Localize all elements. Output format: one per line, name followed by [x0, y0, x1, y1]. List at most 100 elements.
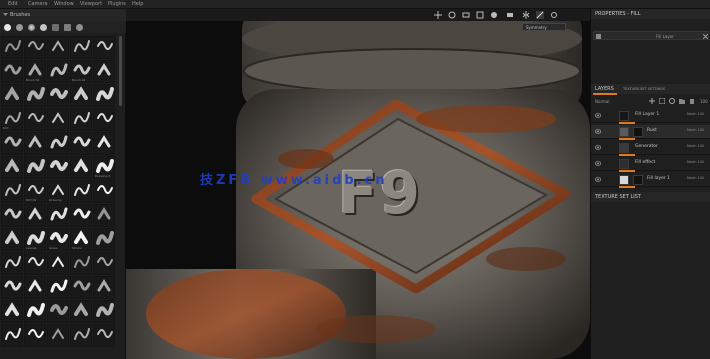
move-icon[interactable]: [434, 11, 442, 19]
eye-icon[interactable]: [595, 129, 601, 134]
brush-preset[interactable]: Brush 04: [70, 60, 92, 83]
brush-preset[interactable]: [93, 132, 115, 155]
opacity-value[interactable]: 100: [700, 99, 708, 104]
eye-icon[interactable]: [595, 177, 601, 182]
brush-preset[interactable]: [47, 300, 69, 323]
brush-preset[interactable]: [24, 108, 46, 131]
brush-preset[interactable]: [70, 108, 92, 131]
brush-preset[interactable]: [47, 108, 69, 131]
add-folder-icon[interactable]: [679, 98, 685, 104]
link-icon[interactable]: [550, 11, 558, 19]
brush-preset[interactable]: Leaves: [24, 228, 46, 251]
brush-preset[interactable]: [1, 300, 23, 323]
properties-field-row[interactable]: Fill Layer: [593, 31, 709, 40]
blend-mode-select[interactable]: Normal: [595, 99, 609, 104]
viewport-3d[interactable]: F9 技ZFB www.aidb.cn Symmetry: [126, 9, 590, 359]
brush-preset[interactable]: [93, 108, 115, 131]
brush-preset[interactable]: [1, 84, 23, 107]
brush-preset[interactable]: [1, 36, 23, 59]
display-icon[interactable]: [506, 11, 514, 19]
brush-preset[interactable]: [1, 276, 23, 299]
brush-preset[interactable]: [1, 60, 23, 83]
close-icon[interactable]: [703, 34, 708, 39]
tab-layers[interactable]: LAYERS: [595, 86, 614, 92]
layer-row[interactable]: Generator Norm 100: [591, 141, 710, 155]
brush-preset[interactable]: [1, 252, 23, 275]
filter-procedural-icon[interactable]: [76, 24, 83, 31]
brush-preset[interactable]: [1, 204, 23, 227]
eye-icon[interactable]: [595, 113, 601, 118]
brush-preset[interactable]: [24, 204, 46, 227]
brush-preset[interactable]: [24, 36, 46, 59]
brush-preset[interactable]: [24, 252, 46, 275]
brush-preset[interactable]: [47, 36, 69, 59]
brush-preset[interactable]: [70, 300, 92, 323]
brush-preset[interactable]: [70, 84, 92, 107]
add-fill-icon[interactable]: [659, 98, 665, 104]
layer-row[interactable]: Fill effect Norm 100: [591, 157, 710, 171]
brush-preset[interactable]: [93, 84, 115, 107]
brush-preset[interactable]: [93, 36, 115, 59]
brush-preset[interactable]: [70, 252, 92, 275]
brush-preset[interactable]: Drawing 2: [93, 156, 115, 179]
brush-preset[interactable]: [93, 228, 115, 251]
brush-preset[interactable]: [47, 276, 69, 299]
shelf-scrollbar[interactable]: [119, 36, 122, 106]
brush-preset[interactable]: [1, 180, 23, 203]
brush-preset[interactable]: [93, 300, 115, 323]
brush-preset[interactable]: [70, 204, 92, 227]
brush-preset[interactable]: [93, 252, 115, 275]
brush-preset[interactable]: [1, 324, 23, 347]
brush-preset[interactable]: [1, 156, 23, 179]
menu-plugins[interactable]: Plugins: [108, 1, 126, 7]
brush-preset[interactable]: [24, 132, 46, 155]
filter-smart-icon[interactable]: [40, 24, 47, 31]
menu-viewport[interactable]: Viewport: [80, 1, 102, 7]
brush-preset[interactable]: [47, 324, 69, 347]
symmetry-icon[interactable]: [522, 11, 530, 19]
filter-texture-icon[interactable]: [52, 24, 59, 31]
pen-icon[interactable]: [536, 11, 544, 19]
brush-preset[interactable]: [93, 60, 115, 83]
filter-alpha-icon[interactable]: [16, 24, 23, 31]
layer-mask-thumbnail[interactable]: [633, 175, 643, 185]
eye-icon[interactable]: [595, 161, 601, 166]
add-layer-icon[interactable]: [649, 98, 655, 104]
delete-layer-icon[interactable]: [689, 98, 695, 104]
add-mask-icon[interactable]: [669, 98, 675, 104]
brush-preset[interactable]: [47, 84, 69, 107]
brush-preset[interactable]: [47, 60, 69, 83]
brush-preset[interactable]: [93, 324, 115, 347]
brush-preset[interactable]: Grass: [47, 228, 69, 251]
brush-preset[interactable]: [70, 324, 92, 347]
filter-brush-icon[interactable]: [4, 24, 11, 31]
brush-preset[interactable]: [24, 84, 46, 107]
brush-preset[interactable]: [70, 276, 92, 299]
brush-preset[interactable]: Drawing: [47, 180, 69, 203]
brush-preset[interactable]: Brush 02: [24, 60, 46, 83]
brush-preset[interactable]: [70, 156, 92, 179]
brush-preset[interactable]: [70, 132, 92, 155]
brush-preset[interactable]: [47, 132, 69, 155]
rotate-icon[interactable]: [448, 11, 456, 19]
brush-preset[interactable]: [70, 180, 92, 203]
brush-preset[interactable]: [47, 156, 69, 179]
menu-camera[interactable]: Camera: [28, 1, 48, 7]
brush-preset[interactable]: [93, 276, 115, 299]
layer-row[interactable]: Fill Layer 1 Norm 100: [591, 109, 710, 123]
render-icon[interactable]: [490, 11, 498, 19]
brush-preset[interactable]: Stroke: [70, 228, 92, 251]
layer-row[interactable]: Rust Norm 100: [591, 125, 710, 139]
brush-preset[interactable]: [24, 276, 46, 299]
menu-edit[interactable]: Edit: [8, 1, 18, 7]
menu-help[interactable]: Help: [132, 1, 143, 7]
brush-preset[interactable]: [93, 180, 115, 203]
brush-preset[interactable]: [24, 156, 46, 179]
camera-icon[interactable]: [462, 11, 470, 19]
brush-preset[interactable]: Dirt 09: [24, 180, 46, 203]
brush-preset[interactable]: [24, 324, 46, 347]
brush-preset[interactable]: [47, 204, 69, 227]
brush-preset[interactable]: [1, 132, 23, 155]
layer-row[interactable]: Fill layer 1 Norm 100: [591, 173, 710, 187]
eye-icon[interactable]: [595, 145, 601, 150]
